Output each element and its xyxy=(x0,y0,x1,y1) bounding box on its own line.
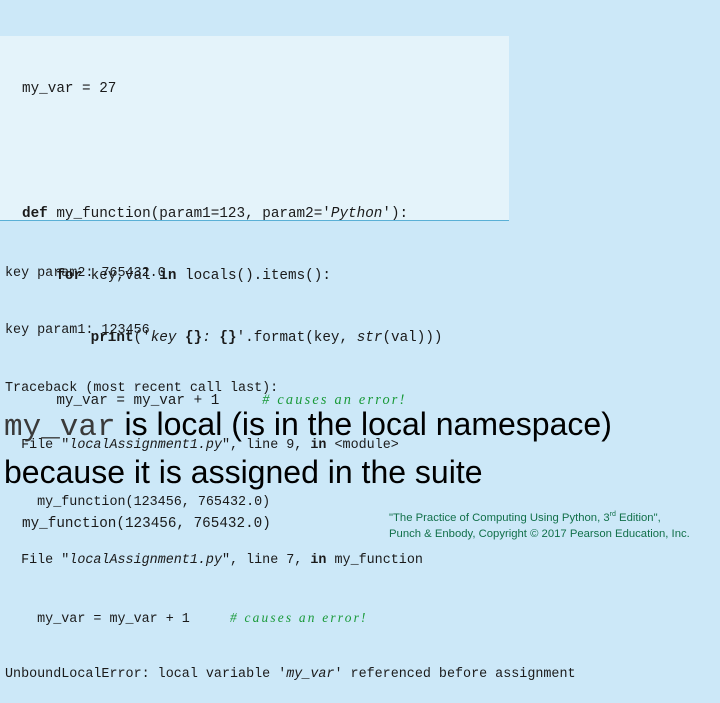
output-line: key param1: 123456 xyxy=(5,323,150,339)
variable-name: my_var xyxy=(4,410,116,445)
copyright-credit: "The Practice of Computing Using Python,… xyxy=(389,511,690,540)
code-line-def: def my_function(param1=123, param2='Pyth… xyxy=(22,205,409,222)
keyword-def: def xyxy=(22,205,48,222)
code-line-1: my_var = 27 xyxy=(22,81,117,98)
explanation-text: my_var is local (is in the local namespa… xyxy=(4,406,612,490)
output-line: key param2: 765432.0 xyxy=(5,266,166,282)
traceback-source: my_var = my_var + 1 # causes an error! xyxy=(5,609,368,627)
traceback-header: Traceback (most recent call last): xyxy=(5,380,279,396)
traceback-frame: File "localAssignment1.py", line 7, in m… xyxy=(5,552,423,568)
output-comment: # causes an error! xyxy=(230,609,368,625)
error-message: UnboundLocalError: local variable 'my_va… xyxy=(5,667,576,683)
